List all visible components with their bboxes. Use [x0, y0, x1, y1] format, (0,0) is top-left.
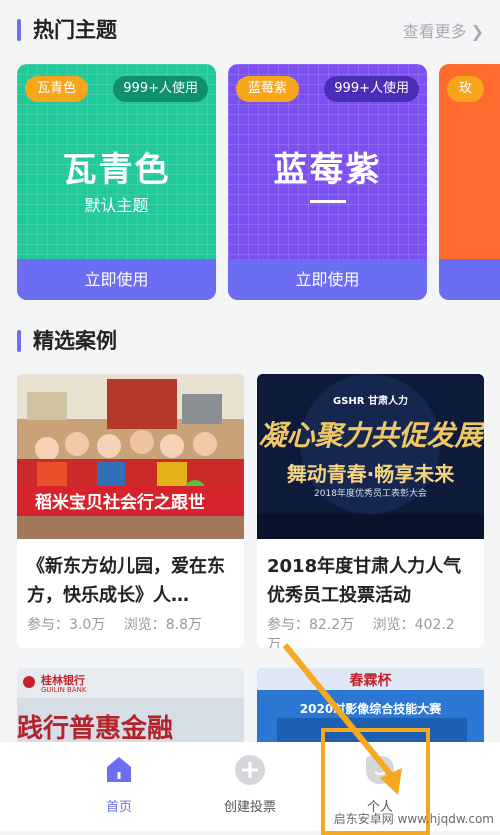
tab-home[interactable]: 首页	[69, 754, 169, 815]
chevron-right-icon: ❯	[470, 22, 484, 41]
theme-name: 蓝莓紫	[273, 150, 382, 190]
featured-title: 精选案例	[33, 329, 117, 353]
use-now-button-partial[interactable]	[439, 259, 500, 300]
theme-name: 瓦青色	[62, 150, 171, 190]
hot-themes-title: 热门主题	[33, 18, 117, 42]
theme-card-partial[interactable]: 玫	[439, 64, 500, 300]
bank-name-en: GUILIN BANK	[41, 686, 87, 694]
title-underline	[310, 200, 346, 203]
usage-badge: 999+人使用	[113, 76, 208, 102]
theme-tag: 玫	[447, 76, 485, 102]
theme-tag: 瓦青色	[25, 76, 89, 102]
theme-card-lan-mei[interactable]: 蓝莓紫 999+人使用 蓝莓紫 立即使用	[228, 64, 427, 300]
section-accent-bar	[17, 330, 21, 352]
view-more-label: 查看更多	[402, 22, 467, 41]
view-count: 浏览：8.8万	[123, 617, 202, 633]
tab-create-vote[interactable]: 创建投票	[200, 754, 300, 815]
preview-subtitle: 2020时影像综合技能大赛	[299, 702, 442, 716]
theme-tag: 蓝莓紫	[236, 76, 300, 102]
hot-themes-header: 热门主题 查看更多 ❯	[0, 10, 500, 50]
tab-create-vote-label: 创建投票	[223, 800, 276, 815]
use-now-button[interactable]: 立即使用	[228, 259, 427, 300]
theme-carousel[interactable]: 瓦青色 999+人使用 瓦青色 默认主题 立即使用 蓝莓紫 999+人使用 蓝莓…	[0, 64, 500, 300]
case-card[interactable]: 稻米宝贝社会行之跟世 《新东方幼儿园，爱在东方，快乐成长》人… 参与：3.0万 …	[17, 374, 244, 648]
join-count: 参与：3.0万	[27, 617, 106, 633]
case-card-preview[interactable]: 桂林银行 GUILIN BANK 践行普惠金融	[17, 668, 244, 743]
case-slogan: 舞动青春·畅享未来	[286, 462, 455, 486]
plus-circle-icon	[235, 755, 265, 785]
case-stats: 参与：3.0万 浏览：8.8万	[27, 614, 236, 634]
view-more-link[interactable]: 查看更多 ❯	[403, 18, 484, 42]
section-accent-bar	[17, 19, 21, 41]
watermark: 启东安卓网 www.hjqdw.com	[333, 812, 494, 826]
case-stats: 参与：82.2万 浏览：402.2万	[267, 614, 476, 648]
featured-header: 精选案例	[0, 321, 500, 361]
case-headline: 凝心聚力共促发展	[258, 419, 483, 452]
usage-badge: 999+人使用	[324, 76, 419, 102]
case-banner-text: 稻米宝贝社会行之跟世	[35, 493, 205, 513]
case-subline: 2018年度优秀员工表彰大会	[314, 489, 427, 499]
case-image-kindergarten: 稻米宝贝社会行之跟世	[17, 374, 244, 539]
preview-headline: 践行普惠金融	[17, 714, 174, 743]
tab-home-label: 首页	[105, 800, 132, 815]
use-now-button[interactable]: 立即使用	[17, 259, 216, 300]
theme-subtitle: 默认主题	[84, 196, 149, 215]
case-image-gshr: GSHR 甘肃人力 凝心聚力共促发展 舞动青春·畅享未来 2018年度优秀员工表…	[257, 374, 484, 539]
preview-headline: 春霖杯	[349, 673, 392, 689]
case-title: 2018年度甘肃人力人气优秀员工投票活动	[267, 556, 462, 606]
join-count: 参与：82.2万	[267, 617, 355, 633]
case-title: 《新东方幼儿园，爱在东方，快乐成长》人…	[27, 556, 225, 606]
case-card[interactable]: GSHR 甘肃人力 凝心聚力共促发展 舞动青春·畅享未来 2018年度优秀员工表…	[257, 374, 484, 648]
theme-card-wa-qing[interactable]: 瓦青色 999+人使用 瓦青色 默认主题 立即使用	[17, 64, 216, 300]
home-icon	[107, 757, 131, 782]
gshr-logo: GSHR 甘肃人力	[333, 396, 408, 407]
